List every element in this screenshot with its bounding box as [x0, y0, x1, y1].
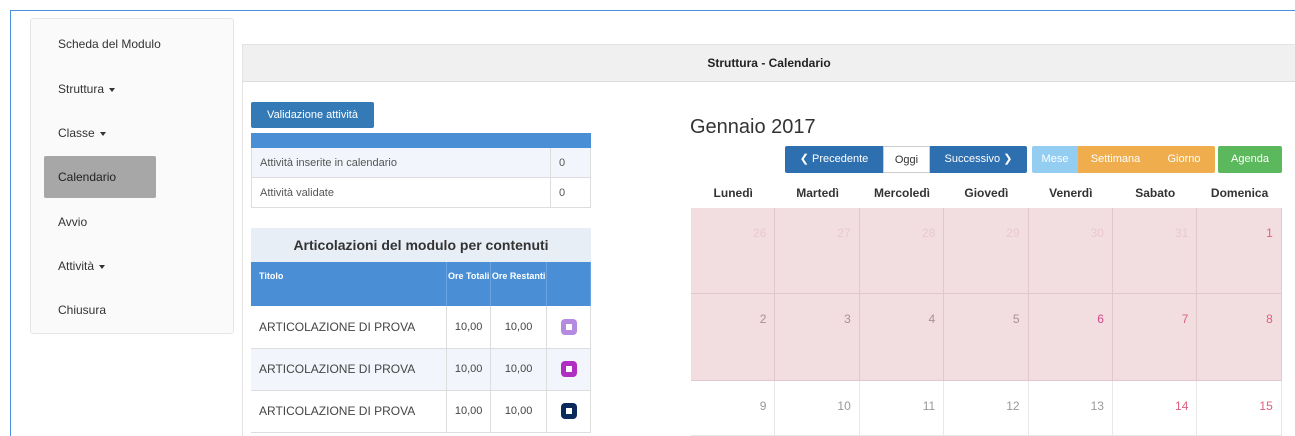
calendar-day-cell[interactable]: 3: [775, 294, 860, 381]
sidebar-item-label: Avvio: [58, 215, 88, 229]
sidebar-item-label: Chiusura: [58, 303, 107, 317]
sidebar-item-avvio[interactable]: Avvio: [31, 201, 233, 243]
next-button[interactable]: Successivo ❯: [930, 146, 1027, 173]
weekday-header: Venerdì: [1049, 186, 1093, 200]
row-label: Attività inserite in calendario: [251, 147, 551, 178]
caret-down-icon: [99, 131, 106, 136]
calendar-day-cell[interactable]: 15: [1197, 381, 1282, 436]
articulations-table: Titolo Ore Totali Ore Restanti ARTICOLAZ…: [251, 262, 591, 433]
table-row: Attività validate 0: [251, 177, 591, 208]
next-label: Successivo: [944, 153, 1001, 165]
row-title: ARTICOLAZIONE DI PROVA: [251, 306, 448, 349]
articulations-title: Articolazioni del modulo per contenuti: [251, 228, 591, 262]
sidebar-nav: Scheda del Modulo Struttura Classe Calen…: [30, 18, 234, 334]
articulations-section: Articolazioni del modulo per contenuti T…: [251, 228, 591, 433]
color-swatch-button[interactable]: [560, 318, 577, 335]
calendar-day-cell[interactable]: 5: [944, 294, 1029, 381]
calendar-day-cell[interactable]: 13: [1028, 381, 1113, 436]
calendar-day-cell[interactable]: 28: [859, 208, 945, 294]
calendar-title: Gennaio 2017: [690, 116, 816, 138]
calendar-day-cell[interactable]: 4: [859, 294, 945, 381]
table-row: ARTICOLAZIONE DI PROVA 10,00 10,00: [251, 390, 591, 433]
sidebar-item-label: Struttura: [58, 82, 105, 96]
column-header-title: Titolo: [251, 262, 448, 306]
weekday-header: Giovedì: [964, 186, 1009, 200]
sidebar-item-classe[interactable]: Classe: [31, 112, 233, 154]
calendar-day-cell[interactable]: 10: [775, 381, 860, 436]
weekday-header: Lunedì: [713, 186, 753, 200]
chevron-right-icon: ❯: [1003, 153, 1013, 165]
row-total: 10,00: [446, 390, 492, 433]
table-row: Attività inserite in calendario 0: [251, 147, 591, 178]
sidebar-item-struttura[interactable]: Struttura: [31, 68, 233, 110]
row-remaining: 10,00: [490, 306, 548, 349]
calendar-day-cell[interactable]: 1: [1197, 208, 1282, 294]
calendar-day-cell[interactable]: 9: [691, 381, 776, 436]
row-total: 10,00: [446, 348, 492, 391]
sidebar-item-label: Scheda del Modulo: [58, 37, 161, 51]
row-remaining: 10,00: [490, 348, 548, 391]
sidebar-item-chiusura[interactable]: Chiusura: [31, 289, 233, 331]
column-header-total: Ore Totali: [446, 262, 492, 306]
chevron-left-icon: ❮: [799, 153, 809, 165]
sidebar-item-label: Attività: [58, 259, 95, 273]
calendar-day-cell[interactable]: 30: [1028, 208, 1113, 294]
weekday-header: Martedì: [796, 186, 839, 200]
sidebar-item-label: Classe: [58, 126, 95, 140]
calendar-day-cell[interactable]: 7: [1113, 294, 1198, 381]
column-header-remaining: Ore Restanti: [490, 262, 548, 306]
prev-label: Precedente: [812, 153, 869, 165]
calendar-day-cell[interactable]: 26: [691, 208, 776, 294]
calendar-day-cell[interactable]: 14: [1113, 381, 1198, 436]
sidebar-item-scheda-modulo[interactable]: Scheda del Modulo: [31, 23, 233, 65]
calendar-day-cell[interactable]: 8: [1197, 294, 1282, 381]
calendar-day-cell[interactable]: 27: [775, 208, 860, 294]
row-label: Attività validate: [251, 177, 551, 208]
validation-table: Attività inserite in calendario 0 Attivi…: [251, 133, 591, 208]
color-swatch-button[interactable]: [560, 361, 577, 377]
view-day-button[interactable]: Giorno: [1153, 146, 1215, 173]
sidebar-item-calendario[interactable]: Calendario: [44, 156, 156, 198]
row-remaining: 10,00: [490, 390, 548, 433]
calendar-day-cell[interactable]: 2: [691, 294, 776, 381]
sidebar-item-attivita[interactable]: Attività: [31, 245, 233, 287]
prev-button[interactable]: ❮ Precedente: [785, 146, 883, 173]
row-total: 10,00: [446, 306, 492, 349]
calendar-day-cell[interactable]: 12: [944, 381, 1029, 436]
row-title: ARTICOLAZIONE DI PROVA: [251, 348, 448, 391]
table-header-cell: [251, 133, 551, 148]
table-row: ARTICOLAZIONE DI PROVA 10,00 10,00: [251, 306, 591, 349]
validation-button[interactable]: Validazione attività: [251, 102, 374, 128]
row-value: 0: [550, 177, 591, 208]
table-header-cell: [550, 133, 591, 148]
color-swatch-button[interactable]: [560, 403, 577, 419]
calendar-day-cell[interactable]: 11: [859, 381, 945, 436]
view-month-button[interactable]: Mese: [1032, 146, 1078, 173]
caret-down-icon: [99, 264, 106, 269]
today-button[interactable]: Oggi: [883, 146, 930, 173]
row-title: ARTICOLAZIONE DI PROVA: [251, 390, 448, 433]
table-row: ARTICOLAZIONE DI PROVA 10,00 10,00: [251, 348, 591, 391]
view-agenda-button[interactable]: Agenda: [1218, 146, 1282, 173]
calendar-day-cell[interactable]: 31: [1113, 208, 1198, 294]
caret-down-icon: [109, 87, 116, 92]
column-header-color: [546, 262, 591, 306]
weekday-header: Domenica: [1210, 186, 1269, 200]
weekday-header: Mercoledì: [873, 186, 930, 200]
calendar-day-cell[interactable]: 29: [944, 208, 1029, 294]
sidebar-item-label: Calendario: [58, 170, 117, 184]
calendar-day-cell[interactable]: 6: [1028, 294, 1113, 381]
panel-title: Struttura - Calendario: [243, 45, 1295, 82]
row-value: 0: [550, 147, 591, 178]
weekday-header: Sabato: [1135, 186, 1176, 200]
view-week-button[interactable]: Settimana: [1078, 146, 1153, 173]
